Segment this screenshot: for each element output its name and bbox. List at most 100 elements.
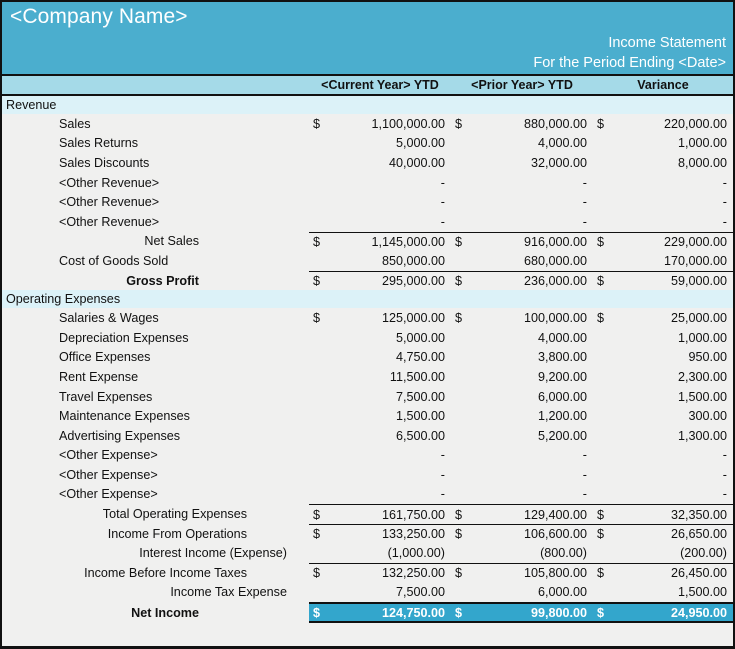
amount-cell: $124,750.00: [309, 602, 451, 623]
currency-symbol: $: [451, 566, 477, 580]
amount-value-current-year: 295,000.00: [335, 274, 451, 288]
line-item-label: Salaries & Wages: [2, 311, 309, 325]
amount-cell-variance: -: [593, 212, 733, 232]
amount-cell: 1,200.00: [451, 406, 593, 426]
amount-cell: $1,100,000.00: [309, 114, 451, 134]
amount-cell-variance: 2,300.00: [593, 367, 733, 387]
line-item-label: Cost of Goods Sold: [2, 254, 309, 268]
line-item-row: <Other Revenue>---: [2, 192, 733, 212]
amount-value-variance: 1,000.00: [619, 136, 733, 150]
currency-symbol: $: [309, 117, 335, 131]
amount-cell: 11,500.00: [309, 367, 451, 387]
amount-value-variance: 32,350.00: [619, 508, 733, 522]
amount-value-current-year: -: [335, 195, 451, 209]
amount-cell-variance: $26,650.00: [593, 524, 733, 544]
amount-cell-variance: -: [593, 465, 733, 485]
amount-value-prior-year: 3,800.00: [477, 350, 593, 364]
line-item-label: <Other Revenue>: [2, 176, 309, 190]
amount-cell-variance: $32,350.00: [593, 504, 733, 524]
amount-value-current-year: 1,145,000.00: [335, 235, 451, 249]
amount-cell: $100,000.00: [451, 308, 593, 328]
amount-value-current-year: 7,500.00: [335, 390, 451, 404]
amount-value-variance: 229,000.00: [619, 235, 733, 249]
amount-value-prior-year: -: [477, 448, 593, 462]
amount-value-current-year: 125,000.00: [335, 311, 451, 325]
amount-cell-variance: 950.00: [593, 348, 733, 368]
amount-cell: (1,000.00): [309, 543, 451, 563]
line-item-row: <Other Expense>---: [2, 465, 733, 485]
amount-cell: [309, 96, 451, 114]
line-item-row: Income From Operations$133,250.00$106,60…: [2, 524, 733, 544]
line-item-row: <Other Expense>---: [2, 485, 733, 505]
line-item-label: <Other Expense>: [2, 448, 309, 462]
amount-value-variance: 26,450.00: [619, 566, 733, 580]
amount-value-variance: 170,000.00: [619, 254, 733, 268]
line-item-row: <Other Revenue>---: [2, 173, 733, 193]
amount-value-variance: 26,650.00: [619, 527, 733, 541]
amount-cell-variance: $229,000.00: [593, 232, 733, 252]
amount-cell-variance: 1,300.00: [593, 426, 733, 446]
amount-cell: 40,000.00: [309, 153, 451, 173]
amount-cell-variance: $220,000.00: [593, 114, 733, 134]
section-title: Operating Expenses: [2, 292, 309, 306]
line-item-row: Travel Expenses7,500.006,000.001,500.00: [2, 387, 733, 407]
amount-value-current-year: 850,000.00: [335, 254, 451, 268]
line-item-row: Maintenance Expenses1,500.001,200.00300.…: [2, 406, 733, 426]
amount-value-variance: -: [619, 215, 733, 229]
amount-cell-variance: [593, 96, 733, 114]
column-header-variance: Variance: [593, 78, 733, 92]
column-header-current-year: <Current Year> YTD: [309, 78, 451, 92]
amount-value-current-year: -: [335, 468, 451, 482]
amount-cell: 6,000.00: [451, 387, 593, 407]
amount-value-prior-year: 100,000.00: [477, 311, 593, 325]
amount-cell-variance: -: [593, 446, 733, 466]
line-item-row: Office Expenses4,750.003,800.00950.00: [2, 348, 733, 368]
amount-value-prior-year: 4,000.00: [477, 331, 593, 345]
amount-cell: (800.00): [451, 543, 593, 563]
amount-cell: 32,000.00: [451, 153, 593, 173]
amount-value-variance: 1,500.00: [619, 585, 733, 599]
amount-cell: $133,250.00: [309, 524, 451, 544]
section-header-row: Operating Expenses: [2, 290, 733, 308]
amount-value-variance: -: [619, 448, 733, 462]
amount-value-current-year: 7,500.00: [335, 585, 451, 599]
amount-cell: 850,000.00: [309, 251, 451, 271]
line-item-row: Total Operating Expenses$161,750.00$129,…: [2, 504, 733, 524]
amount-value-prior-year: 680,000.00: [477, 254, 593, 268]
company-name: <Company Name>: [10, 5, 188, 29]
currency-symbol: $: [593, 508, 619, 522]
amount-cell: -: [309, 173, 451, 193]
line-item-label: Income Before Income Taxes: [2, 566, 309, 580]
statement-title: Income Statement: [608, 35, 726, 51]
amount-cell: 5,000.00: [309, 134, 451, 154]
amount-cell: 7,500.00: [309, 583, 451, 603]
amount-cell: -: [451, 485, 593, 505]
amount-value-prior-year: 99,800.00: [477, 606, 593, 620]
amount-cell: 4,000.00: [451, 328, 593, 348]
amount-cell-variance: 8,000.00: [593, 153, 733, 173]
line-item-label: Income Tax Expense: [2, 585, 309, 599]
line-item-row: Income Before Income Taxes$132,250.00$10…: [2, 563, 733, 583]
amount-value-prior-year: 106,600.00: [477, 527, 593, 541]
amount-cell: 4,000.00: [451, 134, 593, 154]
currency-symbol: $: [451, 527, 477, 541]
amount-cell: $236,000.00: [451, 271, 593, 291]
amount-value-prior-year: 5,200.00: [477, 429, 593, 443]
amount-cell: $880,000.00: [451, 114, 593, 134]
line-item-label: <Other Expense>: [2, 468, 309, 482]
amount-cell: 6,500.00: [309, 426, 451, 446]
amount-cell-variance: $25,000.00: [593, 308, 733, 328]
amount-value-prior-year: 32,000.00: [477, 156, 593, 170]
currency-symbol: $: [593, 527, 619, 541]
amount-cell: $161,750.00: [309, 504, 451, 524]
currency-symbol: $: [309, 508, 335, 522]
amount-value-current-year: -: [335, 215, 451, 229]
amount-value-prior-year: 6,000.00: [477, 585, 593, 599]
amount-cell: $99,800.00: [451, 602, 593, 623]
amount-cell: $105,800.00: [451, 563, 593, 583]
amount-value-prior-year: (800.00): [477, 546, 593, 560]
amount-value-current-year: 40,000.00: [335, 156, 451, 170]
amount-value-prior-year: -: [477, 176, 593, 190]
amount-cell: $1,145,000.00: [309, 232, 451, 252]
amount-cell: [451, 290, 593, 308]
